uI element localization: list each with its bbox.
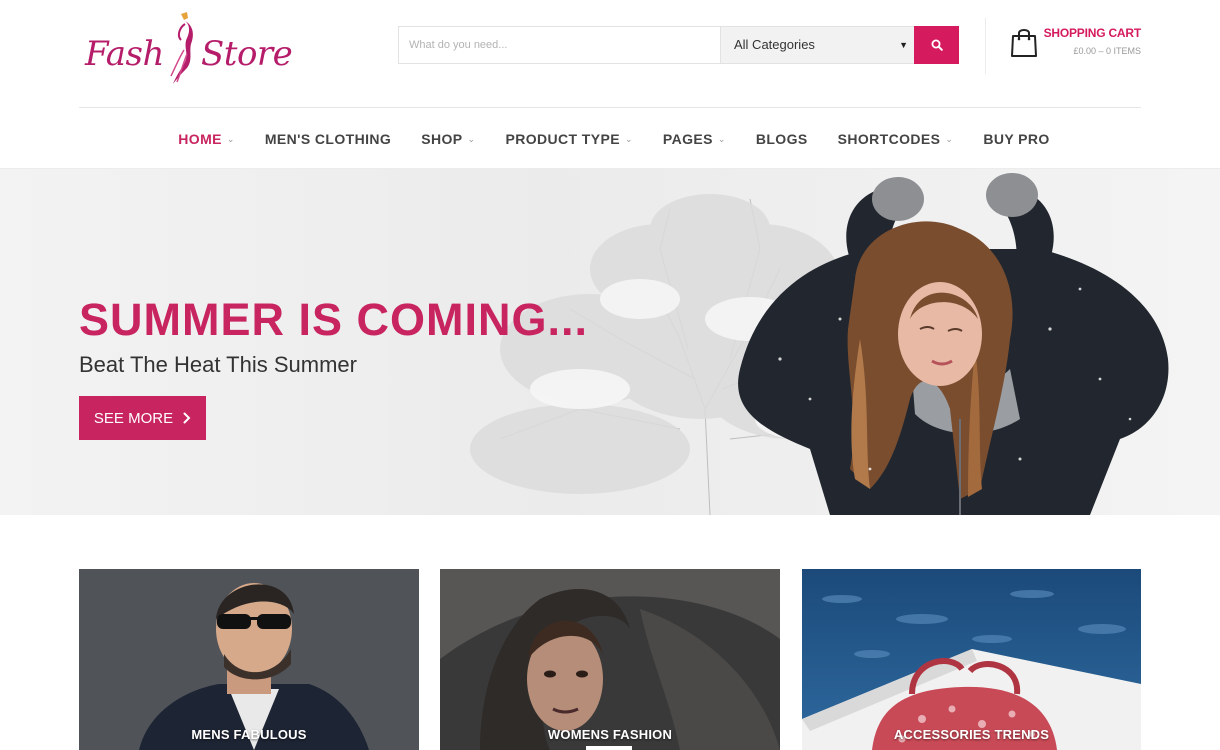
logo-text-right: Store (201, 34, 293, 74)
category-select-value: All Categories (734, 37, 815, 52)
caret-down-icon: ▼ (899, 40, 908, 50)
nav-item-label: SHOP (421, 131, 463, 147)
woman-with-fabric-image (440, 569, 780, 750)
hero-banner: SUMMER IS COMING... Beat The Heat This S… (0, 169, 1220, 515)
nav-item-label: PAGES (662, 131, 713, 147)
nav-item-label: BLOGS (755, 131, 808, 147)
category-card-womens[interactable]: WOMENS FASHION (440, 569, 780, 750)
model-in-winter-jacket-image (738, 173, 1169, 515)
chevron-right-icon (183, 412, 191, 424)
nav-item-label: PRODUCT TYPE (505, 131, 620, 147)
logo-text-left: Fash (85, 34, 164, 74)
cart-title: SHOPPING CART (1043, 26, 1142, 40)
hero-subtitle: Beat The Heat This Summer (79, 352, 357, 377)
hero-title: SUMMER IS COMING... (79, 294, 589, 345)
nav-item-mens-clothing[interactable]: MEN'S CLOTHING (265, 131, 391, 147)
nav-item-product-type[interactable]: PRODUCT TYPE ⌄ (505, 131, 632, 147)
nav-item-label: MEN'S CLOTHING (264, 131, 392, 147)
category-label: ACCESSORIES TRENDS (893, 727, 1050, 742)
category-label: WOMENS FASHION (547, 727, 673, 742)
nav-item-buy-pro[interactable]: BUY PRO (983, 131, 1049, 147)
site-logo[interactable]: Fash Store (83, 8, 293, 88)
nav-item-shortcodes[interactable]: SHORTCODES ⌄ (838, 131, 954, 147)
category-select[interactable]: All Categories ▼ (720, 27, 914, 63)
site-header: Fash Store All Categories ▼ (79, 0, 1141, 108)
search-icon (931, 39, 943, 51)
shopping-bag-icon (1011, 29, 1037, 57)
man-with-sunglasses-image (79, 569, 419, 750)
see-more-button[interactable]: SEE MORE (79, 396, 206, 440)
cart-summary: £0.00 – 0 ITEMS (1073, 46, 1141, 56)
nav-item-pages[interactable]: PAGES ⌄ (663, 131, 726, 147)
search-bar: All Categories ▼ (398, 26, 959, 64)
chevron-down-icon: ⌄ (945, 133, 954, 144)
category-cards: MENS FABULOUS WOMENS FASHION ACCESSORIES… (79, 569, 1141, 750)
chevron-down-icon: ⌄ (624, 133, 633, 144)
chevron-down-icon: ⌄ (717, 133, 726, 144)
category-card-mens[interactable]: MENS FABULOUS (79, 569, 419, 750)
chevron-down-icon: ⌄ (226, 133, 235, 144)
nav-item-label: BUY PRO (983, 131, 1050, 147)
nav-item-label: SHORTCODES (837, 131, 941, 147)
see-more-label: SEE MORE (93, 409, 174, 427)
red-knit-bag-image (802, 569, 1141, 750)
fashion-figure-icon (170, 12, 193, 84)
nav-item-label: HOME (178, 131, 222, 147)
main-navigation: HOME ⌄ MEN'S CLOTHING SHOP ⌄ PRODUCT TYP… (0, 109, 1220, 169)
nav-item-blogs[interactable]: BLOGS (756, 131, 808, 147)
chevron-down-icon: ⌄ (467, 133, 476, 144)
category-label: MENS FABULOUS (191, 727, 307, 742)
search-input[interactable] (399, 27, 720, 63)
category-card-accessories[interactable]: ACCESSORIES TRENDS (802, 569, 1141, 750)
search-button[interactable] (914, 26, 959, 64)
nav-item-shop[interactable]: SHOP ⌄ (421, 131, 475, 147)
shopping-cart[interactable]: SHOPPING CART £0.00 – 0 ITEMS (985, 18, 1141, 74)
nav-item-home[interactable]: HOME ⌄ (178, 131, 235, 147)
